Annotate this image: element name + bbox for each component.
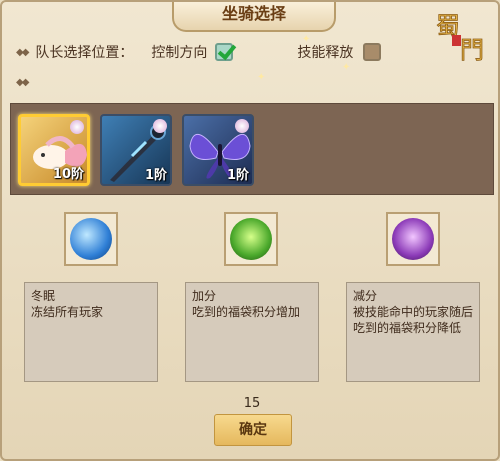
mount-level: 1阶 [226, 168, 249, 183]
skill-desc-box: 冬眠 冻结所有玩家 [24, 282, 158, 382]
skill-release-checkbox[interactable] [363, 43, 382, 61]
skill-name: 减分 [353, 289, 378, 303]
skill-desc: 吃到的福袋积分增加 [192, 305, 301, 319]
mount-level: 10阶 [52, 167, 84, 182]
mount-slot-sword[interactable]: 1阶 [100, 114, 172, 186]
control-direction-checkbox[interactable] [215, 43, 234, 61]
mount-badge-icon [153, 119, 167, 133]
confirm-button[interactable]: 确定 [214, 414, 292, 446]
skill-release-label: 技能释放 [297, 45, 354, 61]
skill-icon-frame-minus[interactable] [386, 212, 440, 266]
skill-name: 冬眠 [31, 289, 56, 303]
skill-icon-frame-ice[interactable] [64, 212, 118, 266]
captain-position-row: ◆◆ 队长选择位置： 控制方向 技能释放 [16, 42, 382, 62]
mount-slot-butterfly[interactable]: 1阶 [182, 114, 254, 186]
skill-desc: 冻结所有玩家 [31, 305, 104, 319]
control-direction-label: 控制方向 [151, 45, 208, 61]
mount-slot-goldfish[interactable]: 10阶 [18, 114, 90, 186]
shu-men-logo: 蜀 門 [436, 12, 485, 62]
mount-level: 1阶 [144, 168, 167, 183]
skill-desc-box: 减分 被技能命中的玩家随后吃到的福袋积分降低 [346, 282, 480, 382]
mount-select-panel: 坐骑选择 蜀 門 ✦ ✦ ✦ ◆◆ 队长选择位置： 控制方向 技能释放 ◆◆ 1… [0, 0, 500, 461]
green-cauldron-icon [230, 218, 272, 260]
svg-text:門: 門 [460, 36, 484, 62]
countdown-number: 15 [243, 396, 261, 411]
diamond-bullet-icon: ◆◆ [16, 46, 29, 58]
mount-badge-icon [235, 119, 249, 133]
skill-desc: 被技能命中的玩家随后吃到的福袋积分降低 [353, 305, 474, 335]
purple-cauldron-icon [392, 218, 434, 260]
diamond-bullet-icon: ◆◆ [16, 77, 29, 88]
mount-badge-icon [70, 120, 84, 134]
skill-name: 加分 [192, 289, 217, 303]
ice-crystal-icon [70, 218, 112, 260]
mount-list: 10阶 1阶 1阶 [10, 103, 494, 195]
panel-title: 坐骑选择 [172, 2, 336, 32]
skill-icon-frame-add[interactable] [224, 212, 278, 266]
captain-position-label: 队长选择位置： [35, 45, 134, 61]
skill-desc-box: 加分 吃到的福袋积分增加 [185, 282, 319, 382]
